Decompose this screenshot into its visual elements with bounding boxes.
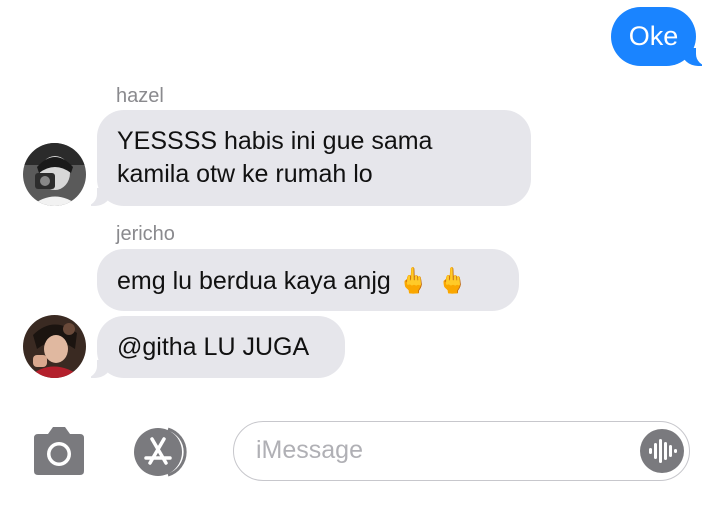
incoming-message-bubble[interactable]: emg lu berdua kaya anjg 🖕 🖕 [97,249,519,311]
message-line: YESSSS habis ini gue sama [117,127,433,155]
middle-finger-emoji: 🖕 🖕 [397,266,468,295]
app-store-icon[interactable] [126,427,196,477]
outgoing-message-bubble[interactable]: Oke [611,7,712,66]
camera-icon[interactable] [30,426,88,476]
sender-name-hazel: hazel [116,85,164,107]
message-line: kamila otw ke rumah lo [117,160,373,188]
incoming-message-bubble[interactable]: YESSSS habis ini gue sama kamila otw ke … [81,110,531,206]
message-text: emg lu berdua kaya anjg [117,267,391,295]
avatar-jericho[interactable] [23,315,86,378]
audio-waveform-icon[interactable] [639,428,685,474]
message-text: @githa LU JUGA [117,333,310,361]
imessage-placeholder: iMessage [256,436,363,464]
incoming-message-bubble[interactable]: @githa LU JUGA [81,316,345,378]
avatar-hazel[interactable] [23,143,86,206]
sender-name-jericho: jericho [116,223,175,245]
imessage-input[interactable]: iMessage [233,421,690,481]
outgoing-message-text: Oke [628,21,679,51]
